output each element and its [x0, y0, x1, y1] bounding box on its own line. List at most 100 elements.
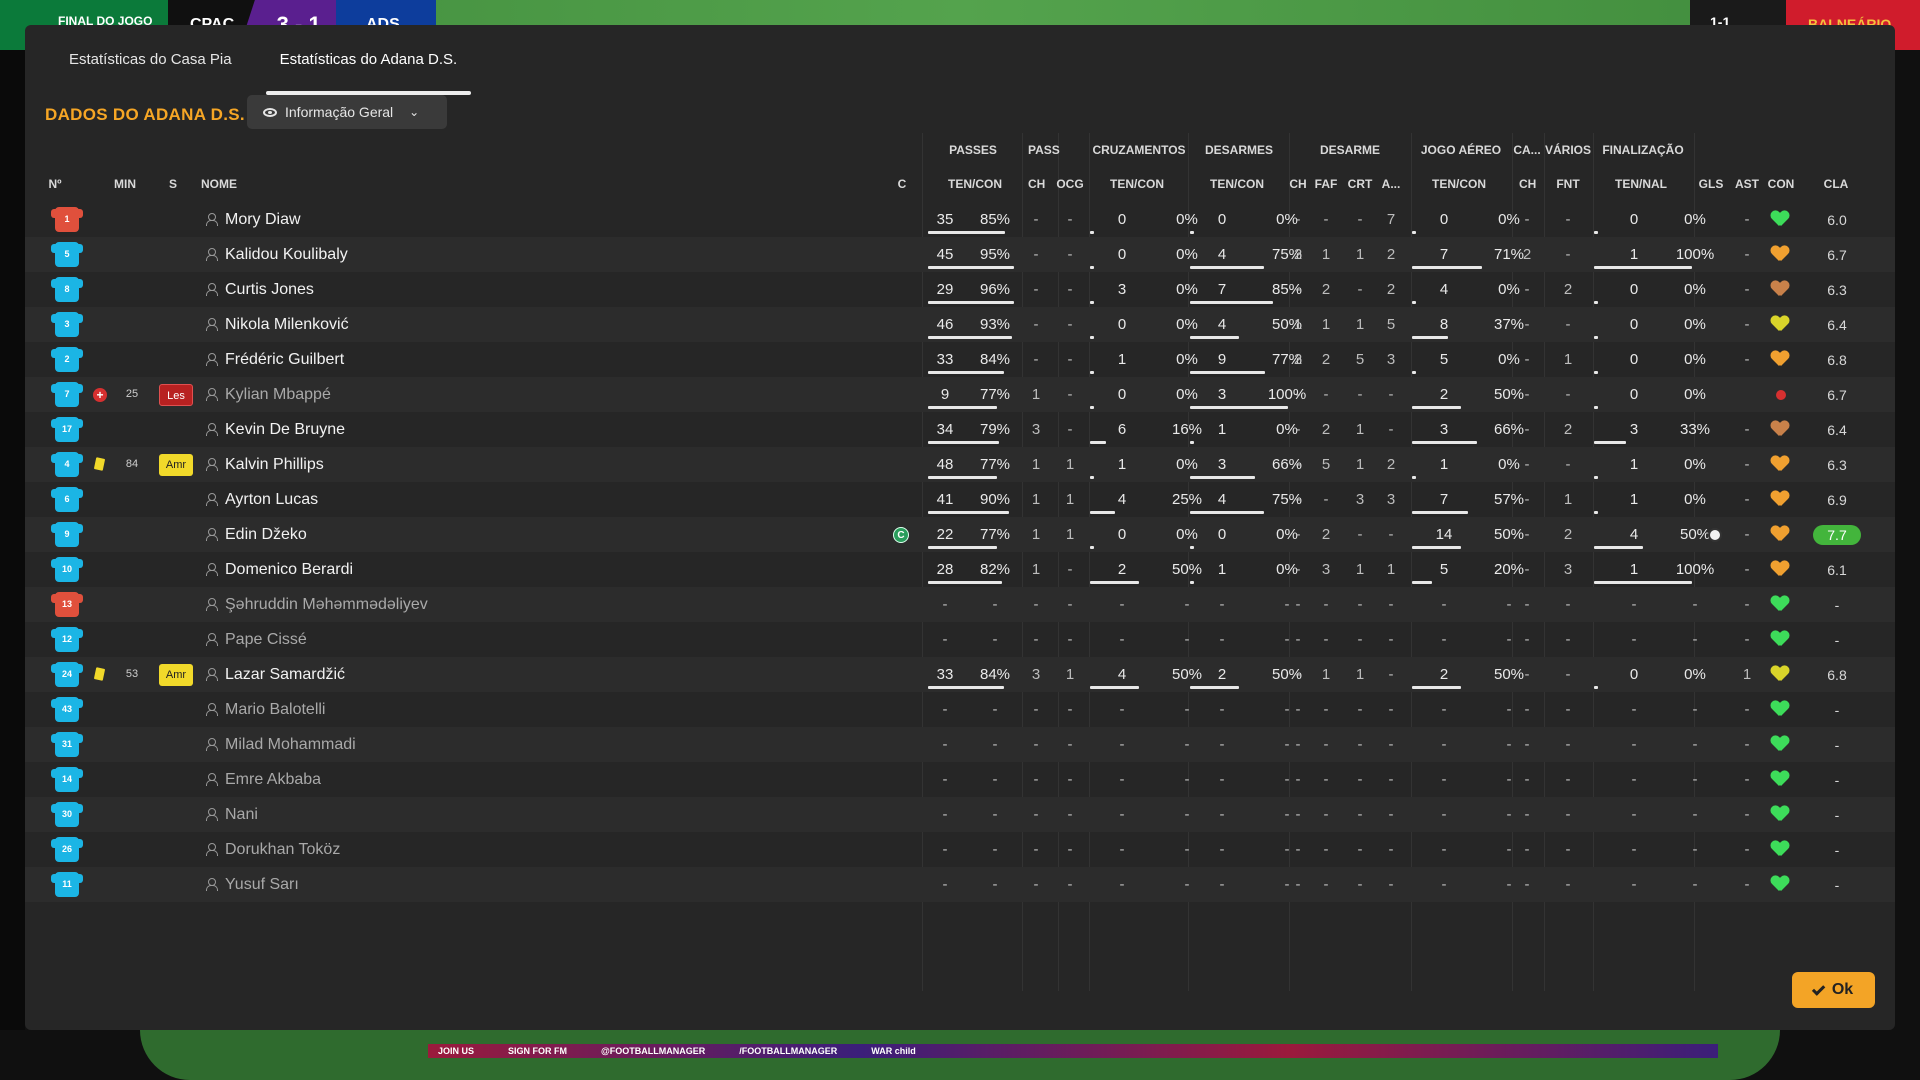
group-header[interactable]: JOGO AÉREO [1411, 143, 1511, 163]
tab-adana[interactable]: Estatísticas do Adana D.S. [256, 25, 482, 95]
column-header-desarme-faf[interactable]: FAF [1313, 177, 1339, 191]
column-header-fin[interactable]: TEN/NAL [1601, 177, 1681, 191]
group-header[interactable]: PASSES [928, 143, 1018, 163]
player-name[interactable]: Milad Mohammadi [225, 727, 525, 762]
column-header-passe-ch[interactable]: CH [1028, 177, 1045, 191]
column-header-desarme-ch[interactable]: CH [1289, 177, 1307, 191]
table-row[interactable]: 30 Nani - - - - - - - - - - - - - - - - - - - - [25, 797, 1895, 832]
table-row[interactable]: 17 Kevin De Bruyne 34 79% 3-6 16% 1 0% -2 1-3 66% -… [25, 412, 1895, 447]
player-name[interactable]: Kevin De Bruyne [225, 412, 525, 447]
condition-heart-icon [1771, 841, 1789, 859]
table-row[interactable]: 26 Dorukhan Toköz - - - - - - - - - - - - - - - - - - - - [25, 832, 1895, 867]
column-header-aereo[interactable]: TEN/CON [1419, 177, 1499, 191]
column-header-num[interactable]: Nº [45, 177, 65, 191]
group-header[interactable]: DESARME [1290, 143, 1410, 163]
assists: - [1744, 316, 1750, 333]
player-name[interactable]: Nani [225, 797, 525, 832]
passes-attempts: - [942, 876, 948, 893]
table-row[interactable]: 10 Domenico Berardi 28 82% 1-2 50% 1 0% -3 1 1 5 20%… [25, 552, 1895, 587]
column-header-varios-fnt[interactable]: FNT [1555, 177, 1581, 191]
player-name[interactable]: Domenico Berardi [225, 552, 525, 587]
ca-ch: - [1524, 561, 1530, 578]
person-icon [205, 458, 218, 471]
group-header[interactable]: CA... [1512, 143, 1542, 163]
column-header-s[interactable]: S [165, 177, 181, 191]
table-row[interactable]: 9 Edin Džeko C 22 77% 1 1 0 0% 0 0% -2- -14 50% -2 4 50%… [25, 517, 1895, 552]
minutes [120, 272, 144, 307]
tackle-faf: 1 [1321, 246, 1331, 263]
captain-icon: C [893, 527, 909, 543]
table-row[interactable]: 31 Milad Mohammadi - - - - - - - - - - - - - - - - - - - - [25, 727, 1895, 762]
player-name[interactable]: Kalvin Phillips [225, 447, 525, 482]
goals [1697, 237, 1725, 272]
ca-ch: - [1524, 876, 1530, 893]
column-header-nome[interactable]: NOME [201, 177, 261, 191]
column-header-ca-ch[interactable]: CH [1519, 177, 1536, 191]
player-name[interactable]: Frédéric Guilbert [225, 342, 525, 377]
table-row[interactable]: 1 Mory Diaw 35 85% - -0 0% 0 0% - - -7 0 0% - -0 0% -6.0 [25, 202, 1895, 237]
pass-ocg: - [1067, 771, 1073, 788]
table-row[interactable]: 14 Emre Akbaba - - - - - - - - - - - - - - - - - - - - [25, 762, 1895, 797]
group-header[interactable]: FINALIZAÇÃO [1593, 143, 1693, 163]
player-name[interactable]: Kalidou Koulibaly [225, 237, 525, 272]
tab-casa-pia[interactable]: Estatísticas do Casa Pia [25, 25, 256, 95]
tackle-ch: - [1295, 596, 1301, 613]
table-row[interactable]: 7 +25 Les Kylian Mbappé 9 77% 1-0 0% 3 100% - - - -2 5… [25, 377, 1895, 412]
pass-ch: 3 [1031, 421, 1041, 438]
group-header[interactable]: VÁRIOS [1544, 143, 1592, 163]
group-header[interactable]: CRUZAMENTOS [1089, 143, 1189, 163]
crosses-bar [1090, 406, 1094, 409]
column-header-passe-ocg[interactable]: OCG [1055, 177, 1085, 191]
condition-heart-icon [1771, 456, 1789, 474]
column-header-con[interactable]: CON [1766, 177, 1796, 191]
table-row[interactable]: 4 84 Amr Kalvin Phillips 48 77% 1 1 1 0% 3 66% -5 1 2 1… [25, 447, 1895, 482]
player-name[interactable]: Mario Balotelli [225, 692, 525, 727]
column-header-cruz[interactable]: TEN/CON [1097, 177, 1177, 191]
player-name[interactable]: Kylian Mbappé [225, 377, 525, 412]
table-row[interactable]: 5 Kalidou Koulibaly 45 95% - -0 0% 4 75% 2 1 1 2 7 71%… [25, 237, 1895, 272]
column-header-desarmes[interactable]: TEN/CON [1197, 177, 1277, 191]
table-row[interactable]: 3 Nikola Milenković 46 93% - -0 0% 4 50% 1 1 1 5 8 37%… [25, 307, 1895, 342]
table-row[interactable]: 6 Ayrton Lucas 41 90% 1 1 4 25% 4 75% - -3 3 7 57% -1 1 0… [25, 482, 1895, 517]
table-row[interactable]: 8 Curtis Jones 29 96% - -3 0% 7 85% -2-2 4 0% -2 0 0% -… [25, 272, 1895, 307]
player-name[interactable]: Pape Cissé [225, 622, 525, 657]
pass-ch: - [1033, 281, 1039, 298]
player-name[interactable]: Nikola Milenković [225, 307, 525, 342]
table-row[interactable]: 12 Pape Cissé - - - - - - - - - - - - - - - - - - - - [25, 622, 1895, 657]
column-header-ast[interactable]: AST [1733, 177, 1761, 191]
condition-heart-icon [1771, 701, 1789, 719]
table-row[interactable]: 43 Mario Balotelli - - - - - - - - - - - - - - - - - - - - [25, 692, 1895, 727]
player-name[interactable]: Edin Džeko [225, 517, 525, 552]
player-name[interactable]: Dorukhan Toköz [225, 832, 525, 867]
ok-button[interactable]: Ok [1792, 972, 1875, 1008]
player-name[interactable]: Şəhruddin Məhəmmədəliyev [225, 587, 525, 622]
player-name[interactable]: Lazar Samardžić [225, 657, 525, 692]
column-header-passes[interactable]: TEN/CON [940, 177, 1010, 191]
ca-ch: - [1524, 771, 1530, 788]
player-name[interactable]: Yusuf Sarı [225, 867, 525, 902]
player-name[interactable]: Curtis Jones [225, 272, 525, 307]
table-row[interactable]: 24 53 Amr Lazar Samardžić 33 84% 3 1 4 50% 2 50% -1 1… [25, 657, 1895, 692]
column-header-c[interactable]: C [895, 177, 909, 191]
player-name[interactable]: Emre Akbaba [225, 762, 525, 797]
finishing-attempts: - [1631, 631, 1637, 648]
pass-ocg: 1 [1065, 491, 1075, 508]
group-header[interactable]: PASSE [1028, 143, 1060, 163]
column-header-cla[interactable]: CLA [1821, 177, 1851, 191]
column-header-gls[interactable]: GLS [1697, 177, 1725, 191]
column-header-desarme-a[interactable]: A... [1377, 177, 1405, 191]
goals [1697, 657, 1725, 692]
tackle-crt: - [1357, 596, 1363, 613]
aerial-attempts: 4 [1439, 281, 1449, 298]
group-header[interactable]: DESARMES [1189, 143, 1289, 163]
table-row[interactable]: 11 Yusuf Sarı - - - - - - - - - - - - - - - - - - - - [25, 867, 1895, 902]
person-icon [205, 528, 218, 541]
player-name[interactable]: Mory Diaw [225, 202, 525, 237]
view-dropdown[interactable]: Informação Geral ⌄ [247, 95, 447, 129]
table-row[interactable]: 2 Frédéric Guilbert 33 84% - -1 0% 9 77% 2 2 5 3 5 0% -… [25, 342, 1895, 377]
player-name[interactable]: Ayrton Lucas [225, 482, 525, 517]
column-header-min[interactable]: MIN [105, 177, 145, 191]
table-row[interactable]: 13 Şəhruddin Məhəmmədəliyev - - - - - - - - - - - - - -… [25, 587, 1895, 622]
pass-ocg: - [1067, 631, 1073, 648]
column-header-desarme-crt[interactable]: CRT [1345, 177, 1375, 191]
